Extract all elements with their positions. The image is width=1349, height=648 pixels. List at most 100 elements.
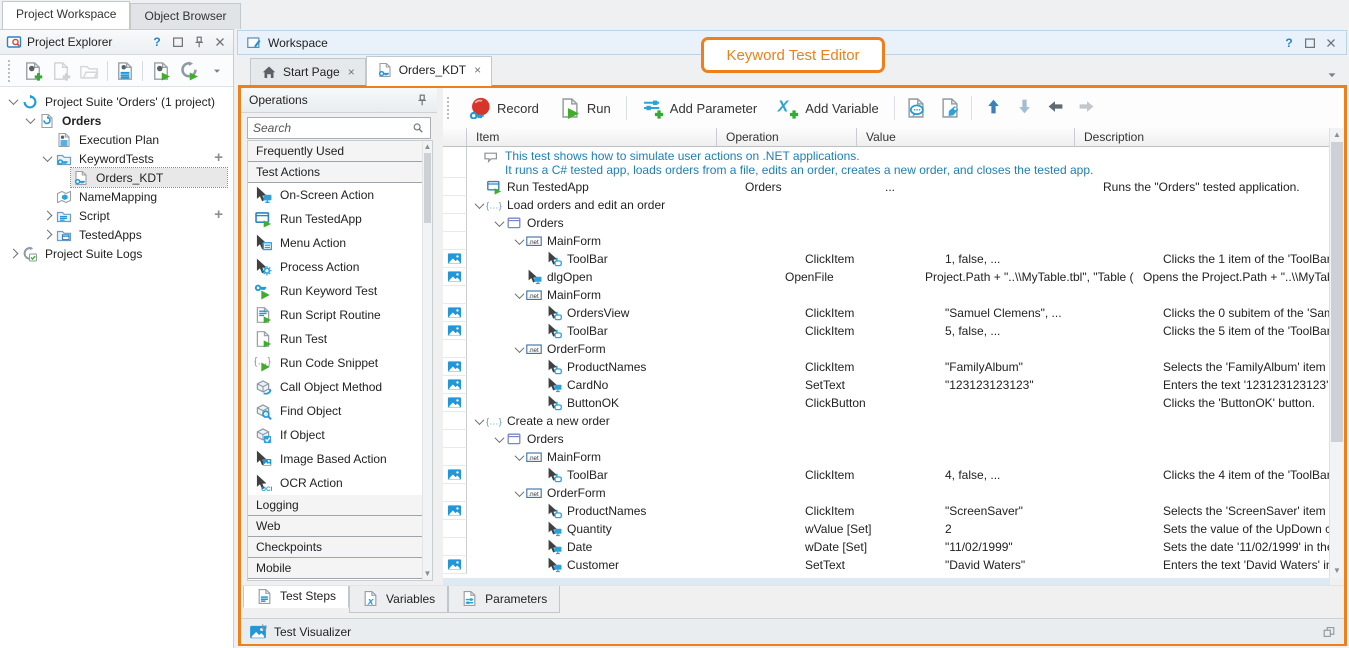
close-tab-icon[interactable]: × <box>346 65 355 79</box>
operation-menu-action[interactable]: Menu Action <box>248 231 432 255</box>
vertical-scrollbar[interactable]: ▲ ▼ <box>1329 128 1344 578</box>
collapse-icon[interactable] <box>513 289 526 302</box>
collapse-icon[interactable] <box>23 114 37 128</box>
operation-run-test[interactable]: Run Test <box>248 327 432 351</box>
collapse-icon[interactable] <box>513 235 526 248</box>
test-step-row[interactable]: .netMainForm <box>443 286 1330 304</box>
tab-list-dropdown-icon[interactable] <box>1325 68 1339 82</box>
tree-item-orders-kdt[interactable]: Orders_KDT <box>0 168 233 187</box>
column-header-item[interactable]: Item <box>467 128 717 146</box>
test-step-row[interactable]: ProductNamesClickItem"FamilyAlbum"Select… <box>443 358 1330 376</box>
tree-item-execution-plan[interactable]: Execution Plan <box>0 130 233 149</box>
operation-run-code-snippet[interactable]: {…}Run Code Snippet <box>248 351 432 375</box>
visualizer-thumbnail-cell[interactable] <box>443 250 467 268</box>
add-item-button[interactable]: + <box>214 206 223 223</box>
scroll-down-icon[interactable]: ▼ <box>423 569 432 579</box>
column-header-value[interactable]: Value <box>857 128 1075 146</box>
operation-run-testedapp[interactable]: Run TestedApp <box>248 207 432 231</box>
record-button[interactable]: Record <box>461 93 547 123</box>
visualizer-thumbnail-cell[interactable] <box>443 268 467 286</box>
operation-process-action[interactable]: Process Action <box>248 255 432 279</box>
operations-group-logging[interactable]: Logging <box>248 495 432 516</box>
pin-icon[interactable] <box>192 35 206 49</box>
doc-tab-start-page[interactable]: Start Page× <box>250 58 366 86</box>
bottom-tab-test-steps[interactable]: Test Steps <box>243 586 349 608</box>
scroll-up-icon[interactable]: ▲ <box>423 142 432 152</box>
visualizer-thumbnail-cell[interactable] <box>443 322 467 340</box>
operations-group-web[interactable]: Web <box>248 516 432 537</box>
operation-run-keyword-test[interactable]: Run Keyword Test <box>248 279 432 303</box>
operation-call-object-method[interactable]: Call Object Method <box>248 375 432 399</box>
test-step-row[interactable]: .netOrderForm <box>443 340 1330 358</box>
test-step-row[interactable]: Orders <box>443 430 1330 448</box>
tree-item-orders[interactable]: Orders <box>0 111 233 130</box>
horizontal-scroll-area[interactable] <box>443 578 1330 585</box>
toolbar-drag-handle[interactable] <box>447 97 453 119</box>
visualizer-thumbnail-cell[interactable] <box>443 394 467 412</box>
comment-row[interactable]: This test shows how to simulate user act… <box>443 147 1330 178</box>
test-step-row[interactable]: Run TestedAppOrders...Runs the "Orders" … <box>443 178 1330 196</box>
close-icon[interactable] <box>213 35 227 49</box>
arrow-left-button[interactable] <box>1047 98 1064 118</box>
run-project-suite-button[interactable] <box>176 58 201 84</box>
scroll-down-icon[interactable]: ▼ <box>1330 566 1344 576</box>
visualizer-thumbnail-cell[interactable] <box>443 358 467 376</box>
tree-item-project-suite-orders-1-project[interactable]: Project Suite 'Orders' (1 project) <box>0 92 233 111</box>
close-tab-icon[interactable]: × <box>472 63 481 77</box>
operations-search-input[interactable]: Search <box>247 117 431 139</box>
expand-icon[interactable] <box>6 247 20 261</box>
dock-icon[interactable] <box>1322 625 1336 639</box>
collapse-icon[interactable] <box>513 343 526 356</box>
scroll-up-icon[interactable]: ▲ <box>1330 130 1344 140</box>
tree-item-testedapps[interactable]: TestedApps <box>0 225 233 244</box>
collapse-icon[interactable] <box>40 152 54 166</box>
operations-group-mobile[interactable]: Mobile <box>248 558 432 579</box>
add-parameter-button[interactable]: Add Parameter <box>634 93 765 123</box>
tree-item-namemapping[interactable]: NameMapping <box>0 187 233 206</box>
help-icon[interactable]: ? <box>150 35 164 49</box>
collapse-icon[interactable] <box>493 433 506 446</box>
pin-icon[interactable] <box>415 93 429 107</box>
tree-item-keywordtests[interactable]: KeywordTests+ <box>0 149 233 168</box>
operations-group-frequently-used[interactable]: Frequently Used <box>248 141 432 162</box>
test-step-row[interactable]: CustomerSetText"David Waters"Enters the … <box>443 556 1330 574</box>
arrow-up-button[interactable] <box>985 98 1002 118</box>
add-item-button[interactable]: + <box>214 149 223 166</box>
column-header-description[interactable]: Description <box>1075 128 1330 146</box>
add-label-button[interactable] <box>936 93 964 123</box>
operation-image-based-action[interactable]: Image Based Action <box>248 447 432 471</box>
test-step-row[interactable]: QuantitywValue [Set]2Sets the value of t… <box>443 520 1330 538</box>
tab-project-workspace[interactable]: Project Workspace <box>2 1 130 29</box>
bottom-tab-parameters[interactable]: Parameters <box>448 586 560 613</box>
dropdown-caret-button[interactable] <box>204 58 229 84</box>
tab-object-browser[interactable]: Object Browser <box>130 3 240 29</box>
operation-on-screen-action[interactable]: On-Screen Action <box>248 183 432 207</box>
operation-ocr-action[interactable]: OCROCR Action <box>248 471 432 495</box>
visualizer-thumbnail-cell[interactable] <box>443 466 467 484</box>
test-step-row[interactable]: ToolBarClickItem5, false, ...Clicks the … <box>443 322 1330 340</box>
test-step-row[interactable]: ButtonOKClickButtonClicks the 'ButtonOK'… <box>443 394 1330 412</box>
collapse-icon[interactable] <box>473 415 486 428</box>
visualizer-thumbnail-cell[interactable] <box>443 376 467 394</box>
toolbar-drag-handle[interactable] <box>8 60 14 82</box>
test-step-row[interactable]: .netMainForm <box>443 232 1330 250</box>
run-project-button[interactable] <box>148 58 173 84</box>
operations-group-test-actions[interactable]: Test Actions <box>248 162 432 183</box>
test-step-row[interactable]: DatewDate [Set]"11/02/1999"Sets the date… <box>443 538 1330 556</box>
maximize-icon[interactable] <box>1303 36 1317 50</box>
collapse-icon[interactable] <box>473 199 486 212</box>
test-step-row[interactable]: ToolBarClickItem4, false, ...Clicks the … <box>443 466 1330 484</box>
test-step-row[interactable]: dlgOpenOpenFileProject.Path + "..\\MyTab… <box>443 268 1330 286</box>
visualizer-thumbnail-cell[interactable] <box>443 556 467 574</box>
operation-run-script-routine[interactable]: Run Script Routine <box>248 303 432 327</box>
operations-scrollbar[interactable]: ▲▼ <box>422 141 432 580</box>
tree-item-project-suite-logs[interactable]: Project Suite Logs <box>0 244 233 263</box>
bottom-tab-variables[interactable]: xVariables <box>349 586 448 613</box>
test-step-row[interactable]: {…}Load orders and edit an order <box>443 196 1330 214</box>
add-variable-button[interactable]: X Add Variable <box>769 93 886 123</box>
doc-tab-orders-kdt[interactable]: Orders_KDT× <box>366 56 492 86</box>
operations-group-checkpoints[interactable]: Checkpoints <box>248 537 432 558</box>
test-step-row[interactable]: Orders <box>443 214 1330 232</box>
visualizer-thumbnail-cell[interactable] <box>443 502 467 520</box>
organize-tests-button[interactable] <box>112 58 137 84</box>
